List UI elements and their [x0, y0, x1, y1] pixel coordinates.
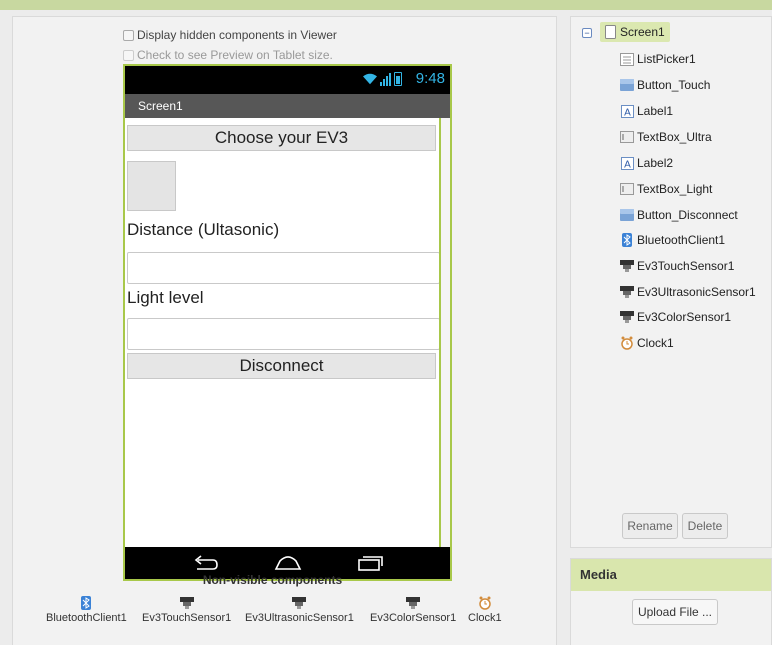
non-visible-item[interactable]: Ev3TouchSensor1 [142, 594, 231, 624]
bluetooth-icon [622, 233, 632, 247]
tablet-preview-label: Check to see Preview on Tablet size. [137, 48, 333, 62]
non-visible-title: Non-visible components [202, 573, 343, 587]
tree-item-label1[interactable]: A Label1 [620, 104, 673, 118]
phone-preview: 9:48 Screen1 Choose your EV3 Distance (U… [123, 64, 452, 581]
tree-item-ev3touchsensor1[interactable]: Ev3TouchSensor1 [620, 259, 734, 273]
display-hidden-checkbox[interactable] [123, 29, 134, 41]
status-bar: 9:48 [125, 66, 450, 94]
non-visible-item[interactable]: Ev3ColorSensor1 [370, 594, 456, 624]
display-hidden-option[interactable]: Display hidden components in Viewer [123, 28, 337, 42]
ev3-sensor-icon [292, 596, 307, 609]
screen-title: Screen1 [125, 94, 450, 118]
wifi-icon [363, 73, 377, 85]
top-accent-bar [0, 0, 772, 10]
tree-item-label: BluetoothClient1 [637, 233, 726, 247]
recent-apps-icon [357, 556, 383, 571]
tree-item-button-disconnect[interactable]: Button_Disconnect [620, 208, 738, 222]
button-icon [620, 79, 634, 91]
non-visible-label: Ev3ColorSensor1 [370, 612, 457, 624]
svg-text:A: A [624, 159, 631, 170]
tree-item-textbox-light[interactable]: TextBox_Light [620, 182, 712, 196]
tree-item-label: Button_Disconnect [637, 208, 738, 222]
tree-item-label: ListPicker1 [637, 52, 696, 66]
button-icon [620, 209, 634, 221]
choose-ev3-button[interactable]: Choose your EV3 [127, 125, 436, 151]
screen-scrollbar [439, 118, 450, 549]
tree-item-label: Ev3TouchSensor1 [637, 259, 735, 273]
tree-item-label: Ev3ColorSensor1 [637, 310, 732, 324]
disconnect-button[interactable]: Disconnect [127, 353, 436, 379]
clock-icon [479, 596, 491, 610]
tree-item-label: Label1 [637, 104, 674, 118]
listpicker-icon [620, 52, 634, 66]
non-visible-label: Ev3TouchSensor1 [142, 612, 232, 624]
distance-label[interactable]: Distance (Ultasonic) [127, 220, 279, 240]
tree-item-label: Button_Touch [637, 78, 711, 92]
non-visible-item[interactable]: Clock1 [468, 594, 502, 624]
non-visible-item[interactable]: Ev3UltrasonicSensor1 [245, 594, 354, 624]
light-level-label[interactable]: Light level [127, 288, 204, 308]
tree-item-label: TextBox_Light [637, 182, 713, 196]
components-panel: − Screen1 ListPicker1 Button_Touch A Lab… [570, 16, 772, 548]
status-time: 9:48 [415, 70, 445, 87]
tree-item-screen1[interactable]: Screen1 [600, 22, 670, 42]
display-hidden-label: Display hidden components in Viewer [137, 28, 337, 42]
ev3-sensor-icon [620, 286, 634, 298]
tree-item-label2[interactable]: A Label2 [620, 156, 673, 170]
delete-button[interactable]: Delete [682, 513, 728, 539]
non-visible-label: Clock1 [468, 612, 502, 624]
tablet-preview-option[interactable]: Check to see Preview on Tablet size. [123, 48, 333, 62]
non-visible-label: Ev3UltrasonicSensor1 [245, 612, 354, 624]
media-title: Media [571, 559, 771, 591]
tree-item-clock1[interactable]: Clock1 [620, 336, 674, 350]
ev3-sensor-icon [179, 596, 194, 609]
tree-item-label: TextBox_Ultra [637, 130, 712, 144]
screen-icon [604, 25, 616, 39]
textbox-icon [620, 183, 634, 195]
tree-item-bluetoothclient1[interactable]: BluetoothClient1 [620, 233, 725, 247]
signal-icon [380, 72, 391, 86]
label-icon: A [620, 104, 634, 118]
battery-icon [394, 72, 402, 86]
button-touch-image[interactable] [127, 161, 176, 211]
tree-item-label: Screen1 [620, 25, 665, 39]
rename-button[interactable]: Rename [622, 513, 678, 539]
label-icon: A [620, 156, 634, 170]
ev3-sensor-icon [620, 311, 634, 323]
back-icon [194, 555, 218, 570]
tree-item-label: Clock1 [637, 336, 674, 350]
textbox-icon [620, 131, 634, 143]
collapse-toggle-icon[interactable]: − [582, 28, 592, 38]
tree-item-button-touch[interactable]: Button_Touch [620, 78, 710, 92]
media-panel: Media Upload File ... [570, 558, 772, 645]
tablet-preview-checkbox[interactable] [123, 49, 134, 61]
tree-item-label: Ev3UltrasonicSensor1 [637, 285, 756, 299]
tree-item-listpicker1[interactable]: ListPicker1 [620, 52, 696, 66]
non-visible-item[interactable]: BluetoothClient1 [46, 594, 127, 624]
tree-item-ev3colorsensor1[interactable]: Ev3ColorSensor1 [620, 310, 731, 324]
bluetooth-icon [81, 595, 92, 610]
ev3-sensor-icon [620, 260, 634, 272]
tree-item-label: Label2 [637, 156, 674, 170]
light-textbox[interactable] [127, 318, 440, 350]
non-visible-label: BluetoothClient1 [46, 612, 127, 624]
tree-item-ev3ultrasonicsensor1[interactable]: Ev3UltrasonicSensor1 [620, 285, 756, 299]
clock-icon [621, 336, 633, 350]
tree-item-textbox-ultra[interactable]: TextBox_Ultra [620, 130, 712, 144]
screen-content: Choose your EV3 Distance (Ultasonic) Lig… [125, 118, 440, 549]
svg-text:A: A [624, 107, 631, 118]
home-icon [274, 556, 301, 570]
upload-file-button[interactable]: Upload File ... [632, 599, 718, 625]
ev3-sensor-icon [406, 596, 421, 609]
distance-textbox[interactable] [127, 252, 440, 284]
